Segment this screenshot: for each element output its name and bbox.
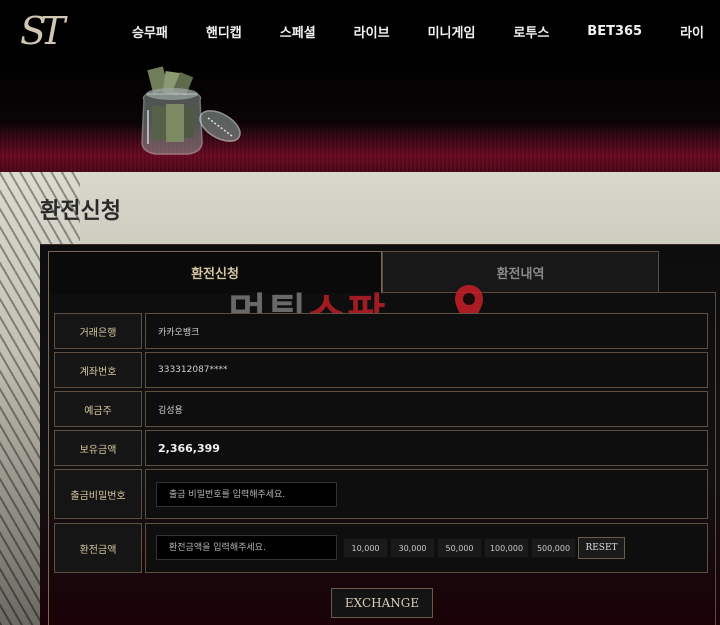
tab-exchange-history[interactable]: 환전내역 (382, 251, 659, 293)
top-nav-bar: ST 승무패 핸디캡 스페셜 라이브 미니게임 로투스 BET365 라이 (0, 0, 720, 62)
amount-30000-button[interactable]: 30,000 (390, 538, 435, 558)
account-value: 333312087**** (145, 352, 708, 388)
row-password: 출금비밀번호 (54, 469, 708, 519)
holder-label: 예금주 (54, 391, 142, 427)
amount-10000-button[interactable]: 10,000 (343, 538, 388, 558)
money-jar-icon (141, 66, 241, 155)
amount-input[interactable] (156, 535, 337, 560)
page-title: 환전신청 (40, 199, 121, 224)
site-logo[interactable]: ST (20, 10, 104, 52)
exchange-button[interactable]: EXCHANGE (331, 588, 433, 618)
password-label: 출금비밀번호 (54, 469, 142, 519)
nav-item-handicap[interactable]: 핸디캡 (206, 22, 242, 41)
nav-item-win-draw-lose[interactable]: 승무패 (132, 22, 168, 41)
amount-500000-button[interactable]: 500,000 (531, 538, 576, 558)
row-account: 계좌번호 333312087**** (54, 352, 708, 388)
nav-item-lotus[interactable]: 로투스 (513, 22, 549, 41)
holder-value: 김성용 (145, 391, 708, 427)
nav-item-minigame[interactable]: 미니게임 (428, 22, 476, 41)
bank-label: 거래은행 (54, 313, 142, 349)
main-nav: 승무패 핸디캡 스페셜 라이브 미니게임 로투스 BET365 라이 (132, 0, 720, 62)
balance-label: 보유금액 (54, 430, 142, 466)
amount-100000-button[interactable]: 100,000 (484, 538, 529, 558)
row-balance: 보유금액 2,366,399 (54, 430, 708, 466)
banner-texture (0, 128, 720, 172)
amount-label: 환전금액 (54, 523, 142, 573)
nav-item-live[interactable]: 라이브 (354, 22, 390, 41)
row-amount: 환전금액 10,000 30,000 50,000 100,000 500,00… (54, 523, 708, 573)
nav-item-bet365[interactable]: BET365 (587, 24, 642, 39)
account-label: 계좌번호 (54, 352, 142, 388)
amount-50000-button[interactable]: 50,000 (437, 538, 482, 558)
bank-value: 카카오뱅크 (145, 313, 708, 349)
password-input[interactable] (156, 482, 337, 507)
nav-item-special[interactable]: 스페셜 (280, 22, 316, 41)
row-holder: 예금주 김성용 (54, 391, 708, 427)
balance-value: 2,366,399 (145, 430, 708, 466)
reset-button[interactable]: RESET (578, 537, 625, 559)
nav-item-more[interactable]: 라이 (680, 22, 704, 41)
row-bank: 거래은행 카카오뱅크 (54, 313, 708, 349)
tab-divider (382, 292, 716, 293)
